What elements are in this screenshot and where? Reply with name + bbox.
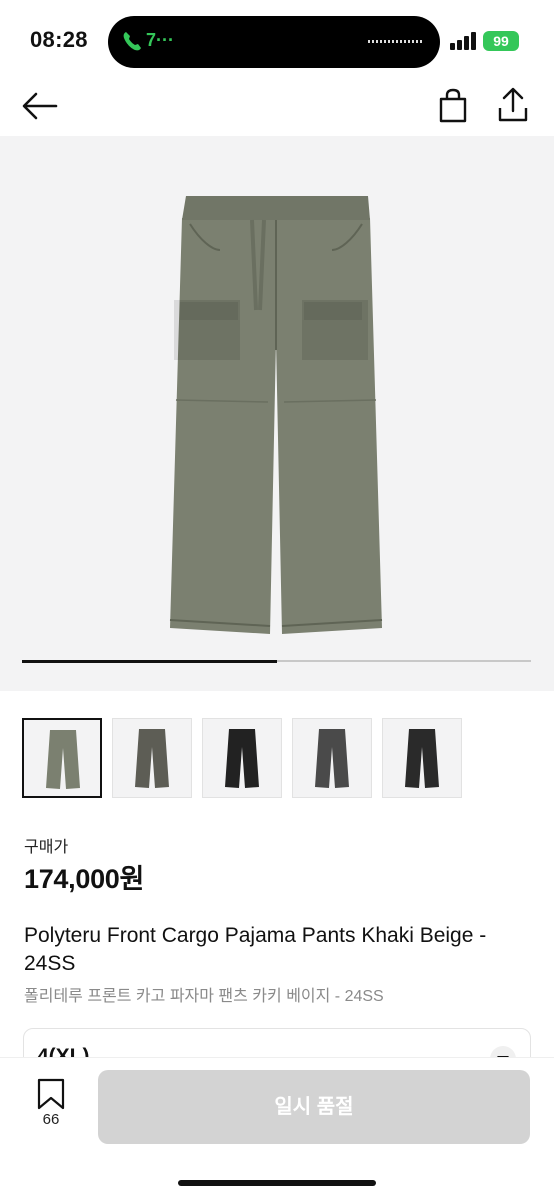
price-value: 174,000원 bbox=[24, 864, 145, 894]
thumbnail-image bbox=[225, 729, 259, 788]
color-thumbnail[interactable] bbox=[202, 718, 282, 798]
call-indicator: 7··· bbox=[146, 30, 174, 50]
color-thumbnail[interactable] bbox=[382, 718, 462, 798]
gallery-progress-bar bbox=[22, 659, 531, 663]
bottom-action-bar: 66 일시 품절 bbox=[0, 1058, 554, 1200]
arrow-left-icon[interactable] bbox=[20, 88, 60, 124]
color-thumbnail[interactable] bbox=[112, 718, 192, 798]
home-indicator bbox=[178, 1180, 376, 1186]
thumbnail-image bbox=[135, 729, 169, 788]
bookmark-button[interactable]: 66 bbox=[28, 1078, 74, 1138]
color-thumbnail-list bbox=[22, 718, 532, 798]
thumbnail-image bbox=[405, 729, 439, 788]
price-label: 구매가 bbox=[24, 839, 69, 856]
battery-level: 99 bbox=[493, 33, 509, 49]
call-waveform bbox=[368, 40, 422, 43]
status-bar: 08:28 7··· 99 bbox=[0, 0, 554, 76]
color-thumbnail[interactable] bbox=[22, 718, 102, 798]
shopping-bag-icon[interactable] bbox=[434, 88, 472, 124]
signal-icon bbox=[450, 32, 476, 50]
thumbnail-image bbox=[46, 730, 80, 789]
gallery-progress-fill bbox=[22, 659, 277, 663]
color-thumbnail[interactable] bbox=[292, 718, 372, 798]
product-name-ko: 폴리테루 프론트 카고 파자마 팬츠 카키 베이지 - 24SS bbox=[24, 988, 384, 1005]
product-image bbox=[169, 196, 383, 634]
dynamic-island[interactable]: 7··· bbox=[108, 16, 440, 68]
bookmark-icon bbox=[37, 1078, 65, 1110]
product-name-en: Polyteru Front Cargo Pajama Pants Khaki … bbox=[24, 924, 487, 975]
battery-icon: 99 bbox=[483, 31, 519, 51]
thumbnail-image bbox=[315, 729, 349, 788]
top-nav bbox=[0, 76, 554, 136]
status-time: 08:28 bbox=[30, 27, 88, 52]
share-icon[interactable] bbox=[494, 86, 532, 124]
product-image-gallery[interactable] bbox=[0, 136, 554, 691]
sold-out-button[interactable]: 일시 품절 bbox=[98, 1070, 530, 1144]
bookmark-count: 66 bbox=[42, 1111, 60, 1128]
phone-icon bbox=[123, 32, 141, 51]
